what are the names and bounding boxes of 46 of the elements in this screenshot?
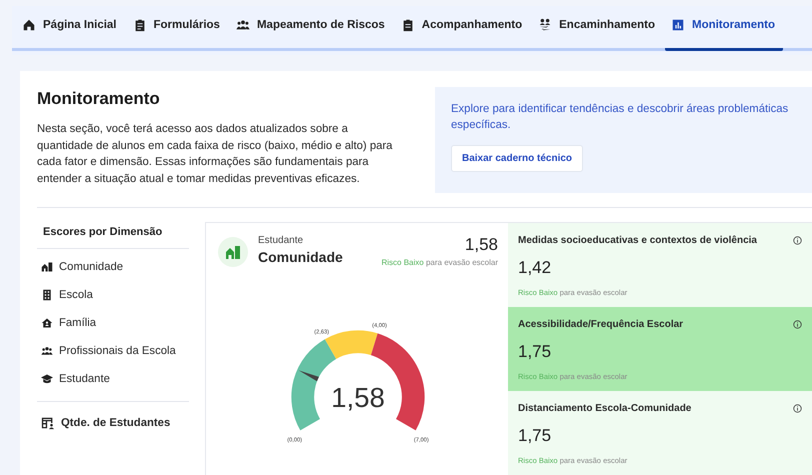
group-icon [236, 18, 250, 32]
score-value: 1,58 [464, 235, 498, 255]
info-icon[interactable] [793, 236, 802, 245]
info-icon[interactable] [793, 404, 802, 413]
building-icon [41, 289, 53, 301]
score-value: 1,75 [518, 342, 552, 362]
sidebar-item[interactable]: Estudante [37, 367, 189, 391]
info-icon[interactable] [793, 320, 802, 329]
sidebar-item[interactable]: Família [37, 311, 189, 335]
nav-tab[interactable]: Mapeamento de Riscos [230, 6, 393, 51]
factor-title: Distanciamento Escola-Comunidade [518, 403, 692, 414]
bar-chart-icon [670, 18, 685, 32]
house-icon [41, 317, 53, 329]
nav-tab[interactable]: Página Inicial [22, 6, 124, 51]
risk-caption: para evasão escolar [426, 258, 498, 267]
factor-title: Acessibilidade/Frequência Escolar [518, 319, 684, 330]
gauge-needle [298, 370, 319, 382]
sidebar-item[interactable]: Comunidade [37, 255, 189, 279]
dimension-title: Comunidade [258, 249, 344, 265]
buildings-icon [41, 261, 53, 273]
sidebar-item[interactable]: Qtde. de Estudantes [37, 404, 174, 442]
score-value: 1,75 [518, 426, 552, 446]
gauge-value: 1,58 [331, 382, 385, 413]
clipboard-icon [132, 18, 146, 32]
category-label: Estudante [258, 235, 304, 246]
nav-tab[interactable]: Acompanhamento [394, 6, 530, 51]
buildings-icon [218, 237, 248, 267]
info-text: Explore para identificar tendências e descobrir áreas problemáticas específicas. [451, 102, 790, 133]
sidebar-item[interactable]: Escola [37, 283, 189, 307]
risk-level: Risco Baixo [381, 258, 424, 267]
nav-tab[interactable]: Monitoramento [664, 6, 784, 51]
nav-tab[interactable]: Encaminhamento [532, 6, 663, 51]
sidebar-item[interactable]: Profissionais da Escola [37, 339, 189, 363]
factor-title: Medidas socioeducativas e contextos de violência [518, 235, 757, 246]
download-button[interactable]: Baixar caderno técnico [451, 145, 584, 172]
graduation-cap-icon [41, 373, 53, 385]
page-title: Monitoramento [37, 89, 161, 109]
table-person-icon [41, 416, 55, 430]
intro-paragraph: Nesta seção, você terá acesso aos dados atualizados sobre a quantidade de alunos em cada faixa de risco (baixo, médio e alto) para cada fator e dimensão. Essas informações são fundamentais para entender a situação atual e tomar medidas preventivas eficazes. [37, 122, 394, 186]
score-value: 1,42 [518, 258, 552, 278]
clipboard-icon [400, 18, 415, 32]
sidebar-title: Escores por Dimensão [37, 222, 189, 249]
home-icon [22, 18, 36, 32]
group-icon [41, 345, 53, 357]
nav-tab[interactable]: Formulários [126, 6, 228, 51]
people-icon [538, 18, 552, 32]
